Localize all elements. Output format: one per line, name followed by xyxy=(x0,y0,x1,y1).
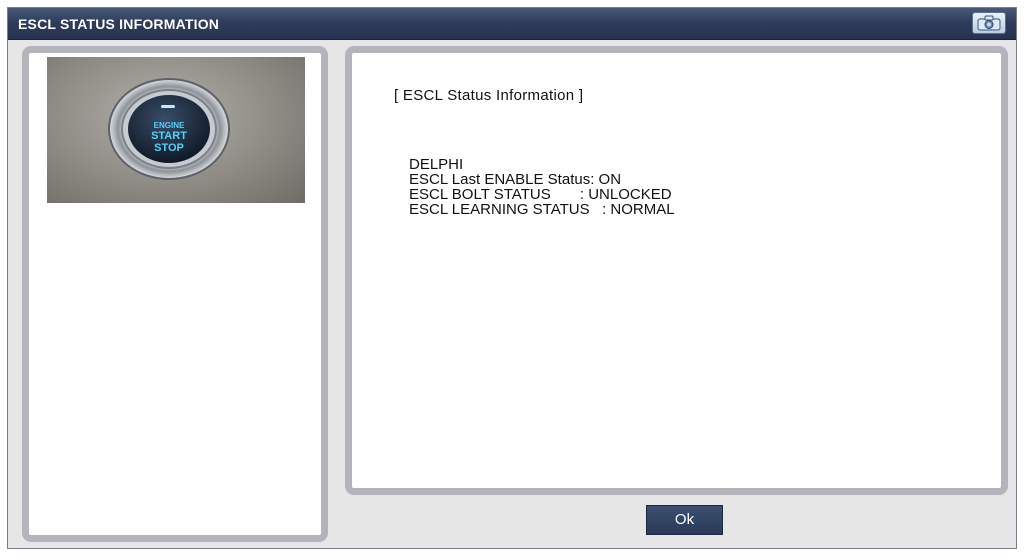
status-panel: [ ESCL Status Information ] DELPHI ESCL … xyxy=(345,46,1008,495)
title-bar: ESCL STATUS INFORMATION xyxy=(8,8,1016,40)
ok-button[interactable]: Ok xyxy=(646,505,723,535)
status-line-enable: ESCL Last ENABLE Status: ON xyxy=(409,171,622,188)
status-line-learning: ESCL LEARNING STATUS : NORMAL xyxy=(409,201,675,218)
escl-status-window: ESCL STATUS INFORMATION ENGINE START STO… xyxy=(7,7,1017,549)
camera-icon xyxy=(977,15,1001,31)
image-panel: ENGINE START STOP xyxy=(22,46,328,542)
button-text-stop: STOP xyxy=(154,142,184,154)
section-title: [ ESCL Status Information ] xyxy=(394,87,584,104)
status-line-bolt: ESCL BOLT STATUS : UNLOCKED xyxy=(409,186,672,203)
status-lines: DELPHI ESCL Last ENABLE Status: ON ESCL … xyxy=(409,157,675,217)
camera-button[interactable] xyxy=(972,12,1006,34)
status-line-manufacturer: DELPHI xyxy=(409,156,464,173)
button-text-start: START xyxy=(151,130,187,142)
window-title: ESCL STATUS INFORMATION xyxy=(18,16,220,32)
start-stop-button-photo: ENGINE START STOP xyxy=(47,57,305,203)
button-text-engine: ENGINE xyxy=(154,121,185,130)
